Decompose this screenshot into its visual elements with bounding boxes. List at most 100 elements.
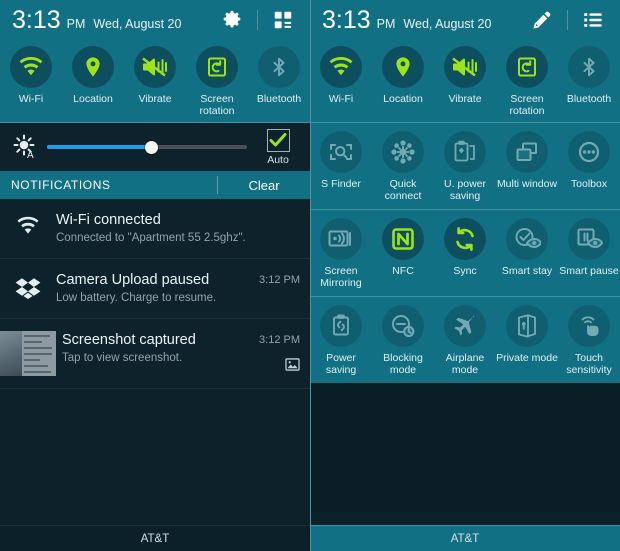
- quick-setting-sync[interactable]: Sync: [434, 218, 496, 289]
- quick-setting-power-saving[interactable]: Power saving: [310, 305, 372, 376]
- quick-setting-multi-window[interactable]: Multi window: [496, 131, 558, 202]
- quick-setting-touch-sensitivity[interactable]: Touch sensitivity: [558, 305, 620, 376]
- status-bar-separator: [257, 10, 258, 30]
- right-clock-ampm: PM: [376, 16, 396, 31]
- notifications-header: NOTIFICATIONS Clear: [0, 171, 310, 199]
- toggle-wifi[interactable]: Wi-Fi: [0, 46, 62, 117]
- status-bar-separator: [567, 10, 568, 30]
- notification-time: 3:12 PM: [259, 334, 300, 346]
- svg-text:A: A: [27, 150, 34, 160]
- toggle-bluetooth[interactable]: Bluetooth: [558, 46, 620, 117]
- gear-icon[interactable]: [215, 3, 249, 37]
- quick-setting-label: NFC: [392, 265, 414, 277]
- quick-setting-screen-mirroring[interactable]: Screen Mirroring: [310, 218, 372, 289]
- wifi-icon: [320, 46, 362, 88]
- brightness-auto-toggle[interactable]: Auto: [255, 128, 301, 166]
- left-carrier-label: AT&T: [140, 532, 170, 545]
- list-icon[interactable]: [576, 3, 610, 37]
- quick-setting-label: Smart pause: [559, 265, 619, 277]
- airplane-mode-icon: [444, 305, 486, 347]
- toggle-screen-rotation[interactable]: Screen rotation: [496, 46, 558, 117]
- edit-pencil-icon[interactable]: [525, 3, 559, 37]
- quick-setting-s-finder[interactable]: S Finder: [310, 131, 372, 202]
- quick-setting-quick-connect[interactable]: Quick connect: [372, 131, 434, 202]
- panel-divider: [310, 0, 311, 551]
- smart-stay-icon: [506, 218, 548, 260]
- quick-setting-blocking-mode[interactable]: Blocking mode: [372, 305, 434, 376]
- notification-row[interactable]: Wi-Fi connected Connected to "Apartment …: [0, 199, 310, 259]
- notification-row[interactable]: Camera Upload paused Low battery. Charge…: [0, 259, 310, 319]
- notifications-list: Wi-Fi connected Connected to "Apartment …: [0, 199, 310, 389]
- quick-settings-grid: S Finder Quick connect U. power saving M…: [310, 123, 620, 383]
- quick-setting-airplane-mode[interactable]: Airplane mode: [434, 305, 496, 376]
- brightness-slider[interactable]: [47, 137, 247, 157]
- right-quick-settings-panel: 3:13 PM Wed, August 20 Wi-Fi Location Vi…: [310, 0, 620, 551]
- quick-settings-grid-icon[interactable]: [266, 3, 300, 37]
- notification-title: Camera Upload paused: [56, 272, 210, 288]
- quick-setting-label: Touch sensitivity: [566, 352, 612, 376]
- quick-setting-ultra-power-saving[interactable]: U. power saving: [434, 131, 496, 202]
- toggle-vibrate[interactable]: Vibrate: [434, 46, 496, 117]
- quick-connect-icon: [382, 131, 424, 173]
- toggle-location[interactable]: Location: [372, 46, 434, 117]
- notification-subtitle: Low battery. Charge to resume.: [56, 292, 217, 304]
- quick-setting-label: Blocking mode: [383, 352, 423, 376]
- notification-time: 3:12 PM: [259, 274, 300, 286]
- auto-label: Auto: [267, 153, 289, 166]
- vibrate-icon: [134, 46, 176, 88]
- quick-setting-label: U. power saving: [443, 178, 486, 202]
- image-icon[interactable]: [285, 358, 300, 371]
- toggle-location[interactable]: Location: [62, 46, 124, 117]
- quick-setting-nfc[interactable]: NFC: [372, 218, 434, 289]
- left-notification-panel: 3:13 PM Wed, August 20 Wi-Fi Location Vi…: [0, 0, 310, 551]
- screen-rotation-icon: [196, 46, 238, 88]
- private-mode-icon: [506, 305, 548, 347]
- multi-window-icon: [506, 131, 548, 173]
- auto-checkbox[interactable]: [266, 128, 290, 152]
- quick-setting-smart-stay[interactable]: Smart stay: [496, 218, 558, 289]
- clear-notifications-button[interactable]: Clear: [218, 178, 310, 193]
- toggle-vibrate-label: Vibrate: [448, 93, 482, 105]
- right-empty-area: [310, 383, 620, 512]
- brightness-slider-fill: [47, 145, 151, 149]
- bluetooth-icon: [258, 46, 300, 88]
- left-status-bar: 3:13 PM Wed, August 20: [0, 0, 310, 40]
- toggle-bluetooth[interactable]: Bluetooth: [248, 46, 310, 117]
- brightness-auto-icon: A: [9, 134, 43, 160]
- toggle-screen-rotation[interactable]: Screen rotation: [186, 46, 248, 117]
- screenshot-thumbnail[interactable]: [0, 331, 56, 376]
- notifications-title: NOTIFICATIONS: [11, 178, 111, 192]
- sync-icon: [444, 218, 486, 260]
- quick-setting-label: Power saving: [325, 352, 357, 376]
- ultra-power-saving-icon: [444, 131, 486, 173]
- quick-setting-label: Quick connect: [384, 178, 422, 202]
- toggle-location-label: Location: [383, 93, 423, 105]
- toggle-vibrate[interactable]: Vibrate: [124, 46, 186, 117]
- vibrate-icon: [444, 46, 486, 88]
- left-carrier-bar: AT&T: [0, 525, 310, 551]
- quick-setting-toolbox[interactable]: Toolbox: [558, 131, 620, 202]
- s-finder-icon: [320, 131, 362, 173]
- right-clock-time: 3:13: [322, 5, 371, 34]
- notifications-header-separator: [217, 176, 218, 194]
- right-clock: 3:13 PM Wed, August 20: [322, 5, 492, 34]
- brightness-slider-knob[interactable]: [144, 140, 158, 154]
- grid-row: Screen Mirroring NFC Sync Smart stay Sma…: [310, 210, 620, 297]
- location-pin-icon: [382, 46, 424, 88]
- touch-sensitivity-icon: [568, 305, 610, 347]
- quick-setting-private-mode[interactable]: Private mode: [496, 305, 558, 376]
- right-clock-date: Wed, August 20: [403, 16, 492, 31]
- toggle-bluetooth-label: Bluetooth: [566, 93, 612, 105]
- notification-subtitle: Connected to "Apartment 55 2.5ghz".: [56, 232, 246, 244]
- quick-setting-smart-pause[interactable]: Smart pause: [558, 218, 620, 289]
- brightness-control: A Auto: [0, 123, 310, 171]
- quick-setting-label: Multi window: [496, 178, 558, 190]
- quick-setting-label: Sync: [453, 265, 477, 277]
- toggle-wifi[interactable]: Wi-Fi: [310, 46, 372, 117]
- toggle-wifi-label: Wi-Fi: [18, 93, 44, 105]
- toggle-screen-rotation-label: Screen rotation: [199, 93, 235, 117]
- notification-row[interactable]: Screenshot captured Tap to view screensh…: [0, 319, 310, 389]
- quick-setting-label: Private mode: [496, 352, 558, 364]
- smart-pause-icon: [568, 218, 610, 260]
- right-carrier-label: AT&T: [450, 532, 480, 545]
